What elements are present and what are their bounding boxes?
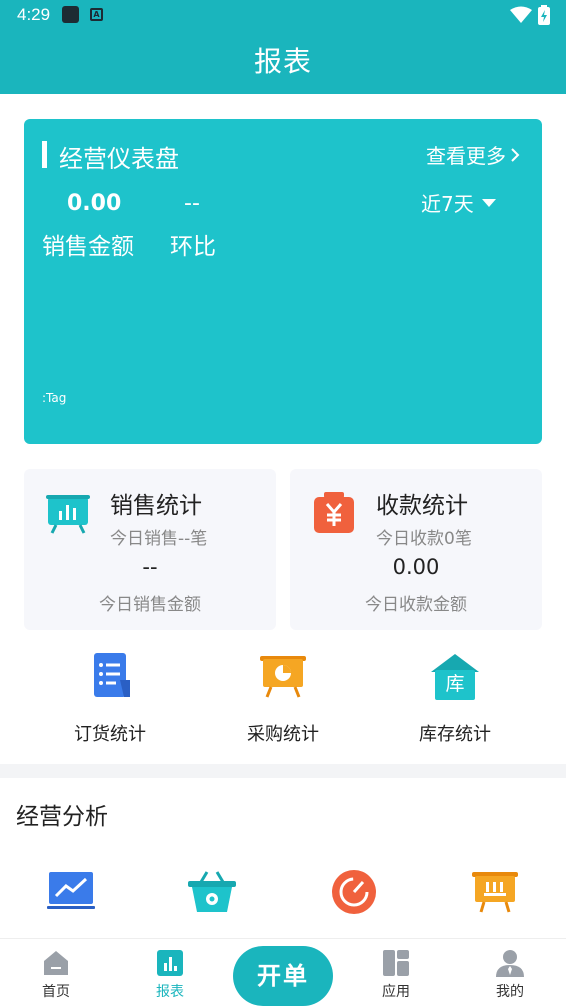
view-more-label: 查看更多 (426, 144, 506, 168)
status-bar: 4:29 A (0, 0, 566, 30)
payment-stats-title: 收款统计 (376, 493, 468, 519)
chart-tag-label: :Tag (42, 391, 67, 405)
accessibility-icon: A (90, 8, 103, 21)
yuan-receipt-icon (314, 492, 354, 533)
view-more-link[interactable]: 查看更多 (426, 140, 520, 169)
sales-stats-title: 销售统计 (110, 493, 202, 519)
sales-amount-value: 0.00 (67, 191, 122, 216)
apps-icon (383, 950, 409, 976)
ratio-value: -- (184, 191, 200, 216)
nav-home[interactable]: 首页 (16, 939, 96, 1006)
dashboard-title: 经营仪表盘 (59, 145, 179, 173)
nav-profile-label: 我的 (496, 984, 524, 1000)
purchase-stats-label: 采购统计 (247, 724, 319, 745)
sales-stats-value: -- (142, 555, 158, 579)
nav-report[interactable]: 报表 (130, 939, 210, 1006)
purchase-stats-button[interactable]: 采购统计 (208, 648, 358, 748)
bar-board-icon[interactable] (471, 868, 521, 916)
sales-stats-card[interactable]: 销售统计 今日销售--笔 -- 今日销售金额 (24, 469, 276, 630)
sales-board-icon (46, 495, 90, 534)
warehouse-icon: 库 (429, 650, 481, 702)
wifi-icon (510, 6, 532, 23)
payment-stats-subtitle: 今日收款0笔 (376, 529, 472, 549)
basket-icon[interactable] (187, 868, 237, 916)
ratio-label: 环比 (170, 234, 216, 260)
app-header: 4:29 A 报表 (0, 0, 566, 94)
order-stats-button[interactable]: 订货统计 (35, 648, 185, 748)
section-divider (0, 764, 566, 778)
date-range-label: 近7天 (421, 192, 474, 216)
dashboard-card: 经营仪表盘 查看更多 0.00 -- 销售金额 环比 近7天 :Tag (24, 119, 542, 444)
order-doc-icon (94, 653, 130, 697)
caret-down-icon (481, 198, 496, 207)
inventory-stats-button[interactable]: 库 库存统计 (380, 648, 530, 748)
profile-icon (496, 950, 524, 977)
status-time: 4:29 (17, 5, 51, 24)
nav-profile[interactable]: 我的 (470, 939, 550, 1006)
chevron-right-icon (511, 147, 520, 162)
order-stats-label: 订货统计 (74, 724, 146, 745)
report-icon (157, 950, 183, 976)
payment-stats-value: 0.00 (392, 555, 440, 579)
purchase-board-icon (260, 656, 306, 698)
payment-stats-footer: 今日收款金额 (365, 595, 467, 615)
gauge-icon[interactable] (330, 868, 380, 916)
title-accent-bar (42, 141, 47, 168)
trend-chart-icon[interactable] (47, 868, 97, 916)
analysis-section-title: 经营分析 (16, 804, 108, 830)
nav-apps[interactable]: 应用 (356, 939, 436, 1006)
nav-report-label: 报表 (156, 984, 184, 1000)
sales-stats-footer: 今日销售金额 (99, 595, 201, 615)
warehouse-glyph: 库 (445, 673, 465, 695)
date-range-dropdown[interactable]: 近7天 (421, 188, 496, 217)
sales-stats-subtitle: 今日销售--笔 (110, 529, 208, 549)
page-title: 报表 (253, 45, 312, 78)
nav-home-label: 首页 (42, 984, 70, 1000)
home-icon (44, 951, 68, 975)
nav-apps-label: 应用 (382, 984, 410, 1000)
notification-icon (62, 6, 79, 23)
battery-icon (538, 5, 550, 25)
create-order-button[interactable]: 开单 (233, 946, 333, 1006)
sales-amount-label: 销售金额 (42, 234, 134, 260)
inventory-stats-label: 库存统计 (419, 724, 491, 745)
payment-stats-card[interactable]: 收款统计 今日收款0笔 0.00 今日收款金额 (290, 469, 542, 630)
